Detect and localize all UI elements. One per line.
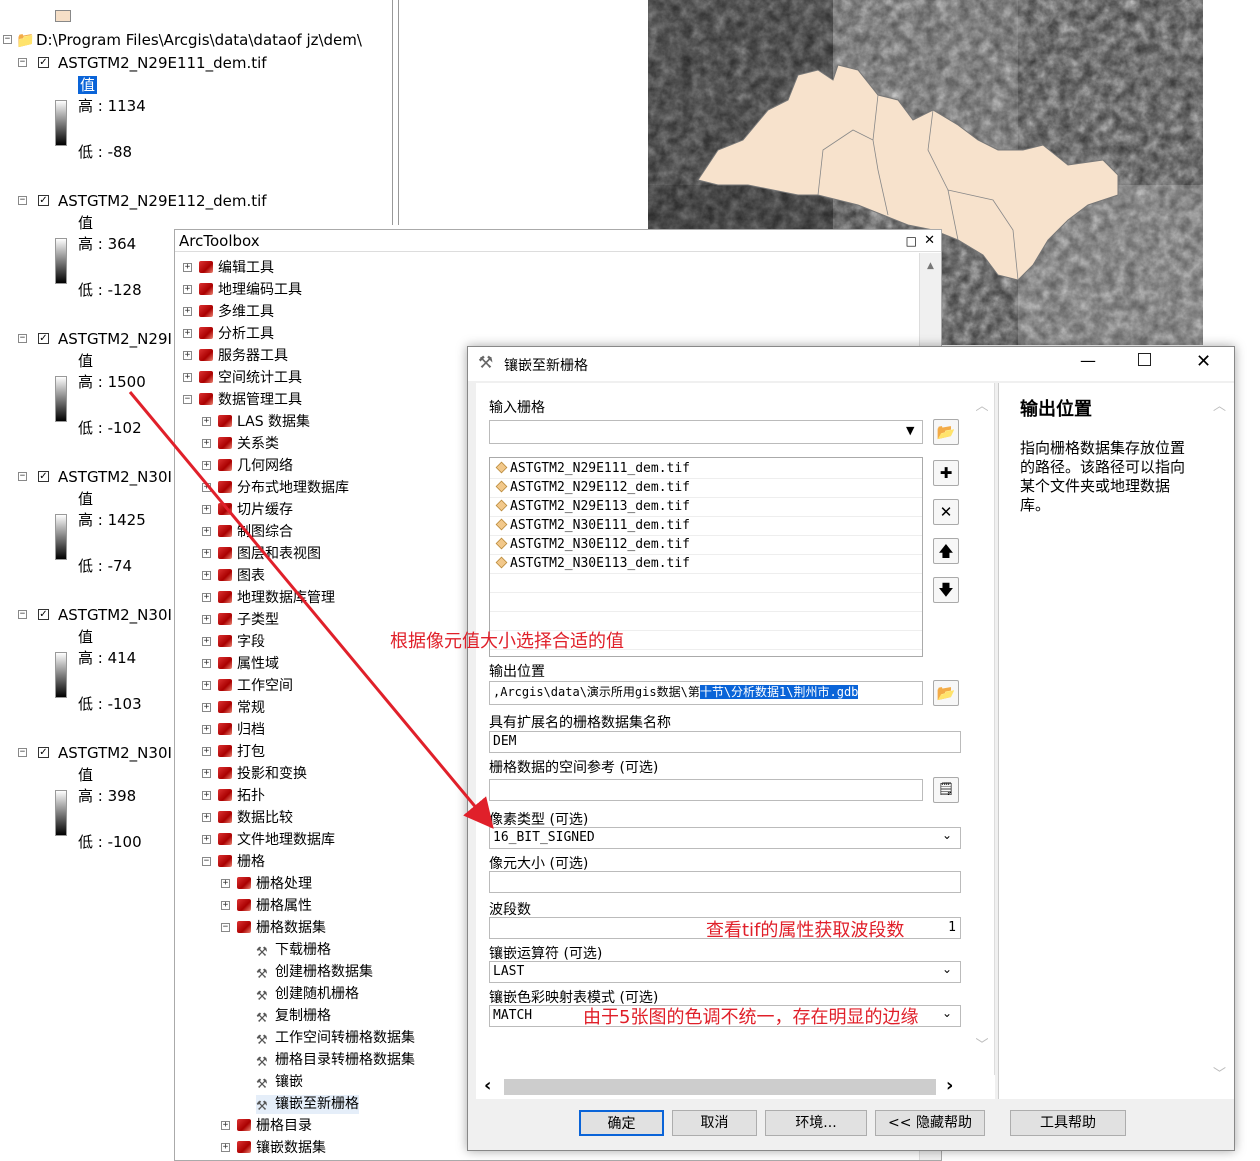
annotation-arrow <box>128 391 494 829</box>
